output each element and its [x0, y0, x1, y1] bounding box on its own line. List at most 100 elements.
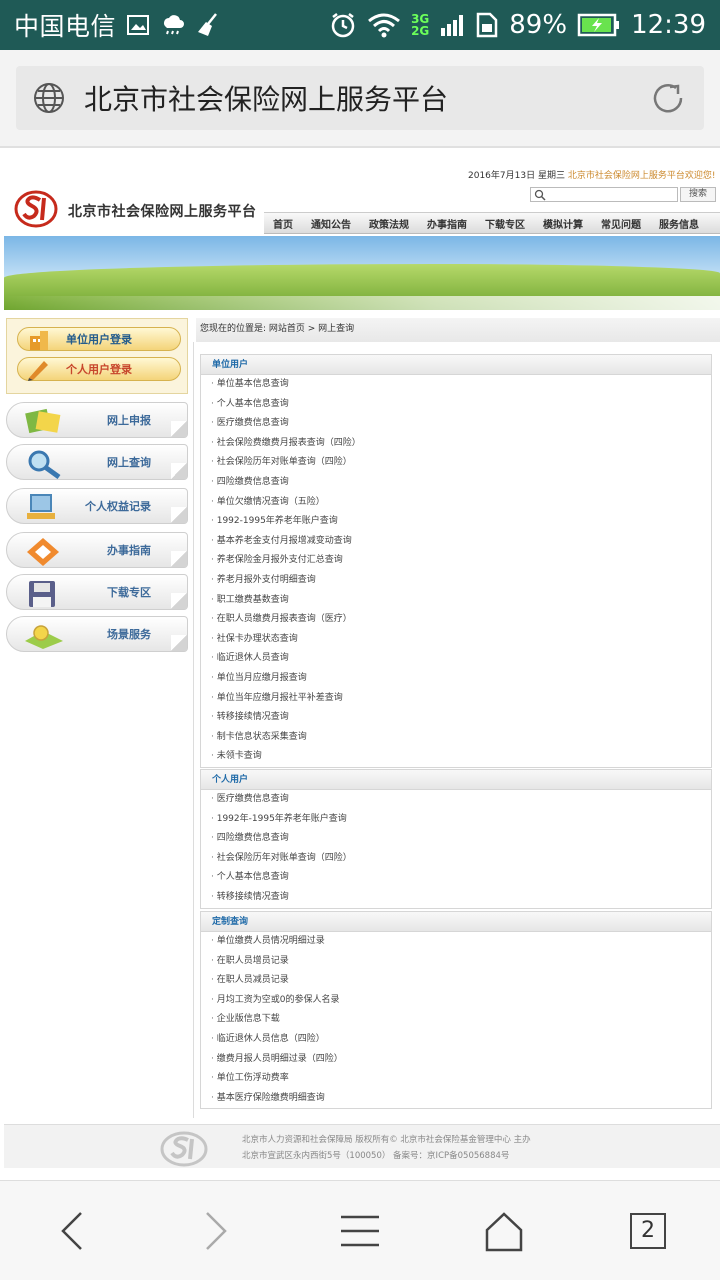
nav-service-info[interactable]: 服务信息 — [650, 216, 708, 231]
query-link[interactable]: 基本医疗保险缴费明细查询 — [201, 1089, 711, 1109]
query-link[interactable]: 单位工伤浮动费率 — [201, 1069, 711, 1089]
nav-guide[interactable]: 办事指南 — [418, 216, 476, 231]
query-link[interactable]: 企业版信息下载 — [201, 1010, 711, 1030]
breadcrumb: 您现在的位置是: 网站首页 > 网上查询 — [196, 318, 720, 342]
query-link-list: 单位缴费人员情况明细过录在职人员增员记录在职人员减员记录月均工资为空或0的参保人… — [201, 932, 711, 1108]
query-link[interactable]: 在职人员缴费月报表查询（医疗） — [201, 610, 711, 630]
back-button[interactable] — [32, 1191, 112, 1271]
floppy-disk-icon — [29, 581, 55, 607]
query-link[interactable]: 1992-1995年养老年账户查询 — [201, 512, 711, 532]
sidebar-item-personal-rights[interactable]: 个人权益记录 — [6, 488, 188, 524]
search-button[interactable]: 搜索 — [680, 187, 716, 202]
query-link[interactable]: 社会保险历年对账单查询（四险） — [201, 453, 711, 473]
browser-bottom-bar: 2 — [0, 1180, 720, 1280]
query-link[interactable]: 单位当年应缴月报社平补差查询 — [201, 689, 711, 709]
query-link[interactable]: 转移接续情况查询 — [201, 888, 711, 908]
query-link[interactable]: 转移接续情况查询 — [201, 708, 711, 728]
query-link[interactable]: 社会保险费缴费月报表查询（四险） — [201, 434, 711, 454]
query-link[interactable]: 养老保险金月报外支付汇总查询 — [201, 551, 711, 571]
section-title: 个人用户 — [201, 770, 711, 790]
query-link[interactable]: 养老月报外支付明细查询 — [201, 571, 711, 591]
home-button[interactable] — [464, 1191, 544, 1271]
corner-fold — [171, 463, 187, 479]
custom-query-section: 定制查询 单位缴费人员情况明细过录在职人员增员记录在职人员减员记录月均工资为空或… — [200, 911, 712, 1110]
sidebar-item-scene-service[interactable]: 场景服务 — [6, 616, 188, 652]
nav-calculator[interactable]: 模拟计算 — [534, 216, 592, 231]
documents-icon — [25, 408, 61, 434]
si-logo — [14, 190, 58, 228]
section-title: 单位用户 — [201, 355, 711, 375]
query-link[interactable]: 个人基本信息查询 — [201, 395, 711, 415]
tab-count: 2 — [630, 1212, 666, 1249]
query-link[interactable]: 社会保险历年对账单查询（四险） — [201, 849, 711, 869]
query-link[interactable]: 基本养老金支付月报增减变动查询 — [201, 532, 711, 552]
query-link[interactable]: 单位基本信息查询 — [201, 375, 711, 395]
reload-icon[interactable] — [648, 78, 688, 118]
query-link[interactable]: 个人基本信息查询 — [201, 868, 711, 888]
banner-fade — [4, 296, 720, 310]
diamond-guide-icon — [27, 538, 59, 566]
corner-fold — [171, 593, 187, 609]
tabs-button[interactable]: 2 — [608, 1191, 688, 1271]
header-date-line: 2016年7月13日 星期三 北京市社会保险网上服务平台欢迎您! — [468, 168, 715, 181]
query-link[interactable]: 临近退休人员信息（四险） — [201, 1030, 711, 1050]
query-link[interactable]: 临近退休人员查询 — [201, 649, 711, 669]
si-logo — [160, 1131, 208, 1167]
query-link[interactable]: 月均工资为空或0的参保人名录 — [201, 991, 711, 1011]
query-link[interactable]: 单位当月应缴月报查询 — [201, 669, 711, 689]
query-link[interactable]: 在职人员增员记录 — [201, 952, 711, 972]
wifi-icon — [368, 13, 400, 38]
nav-notices[interactable]: 通知公告 — [302, 216, 360, 231]
nav-faq[interactable]: 常见问题 — [592, 216, 650, 231]
query-link[interactable]: 1992年-1995年养老年账户查询 — [201, 810, 711, 830]
sidebar-item-guide[interactable]: 办事指南 — [6, 532, 188, 568]
search-icon — [534, 189, 546, 201]
query-link[interactable]: 医疗缴费信息查询 — [201, 790, 711, 810]
personal-login-label: 个人用户登录 — [66, 363, 132, 376]
main-nav: 首页 通知公告 政策法规 办事指南 下载专区 模拟计算 常见问题 服务信息 — [264, 212, 720, 234]
menu-button[interactable] — [320, 1191, 400, 1271]
nav-home[interactable]: 首页 — [264, 216, 302, 231]
nav-downloads[interactable]: 下载专区 — [476, 216, 534, 231]
unit-login-button[interactable]: 单位用户登录 — [17, 327, 181, 351]
query-link[interactable]: 职工缴费基数查询 — [201, 591, 711, 611]
query-link[interactable]: 制卡信息状态采集查询 — [201, 728, 711, 748]
query-link[interactable]: 四险缴费信息查询 — [201, 473, 711, 493]
section-title: 定制查询 — [201, 912, 711, 932]
battery-percent: 89% — [509, 10, 568, 40]
sidebar-item-label: 办事指南 — [107, 544, 151, 557]
sidebar-item-online-query[interactable]: 网上查询 — [6, 444, 188, 480]
query-link[interactable]: 在职人员减员记录 — [201, 971, 711, 991]
nav-policies[interactable]: 政策法规 — [360, 216, 418, 231]
login-panel: 单位用户登录 个人用户登录 — [6, 318, 188, 394]
status-bar: 中国电信 3G 2G 89% 12:39 — [0, 0, 720, 50]
page-footer: 北京市人力资源和社会保障局 版权所有© 北京市社会保险基金管理中心 主办 北京市… — [4, 1124, 720, 1168]
query-link[interactable]: 四险缴费信息查询 — [201, 829, 711, 849]
unit-login-label: 单位用户登录 — [66, 333, 132, 346]
site-title: 北京市社会保险网上服务平台 — [68, 204, 257, 220]
sidebar-item-label: 下载专区 — [107, 586, 151, 599]
query-link[interactable]: 未领卡查询 — [201, 747, 711, 767]
unit-user-section: 单位用户 单位基本信息查询个人基本信息查询医疗缴费信息查询社会保险费缴费月报表查… — [200, 354, 712, 768]
image-icon — [127, 15, 150, 35]
corner-fold — [171, 635, 187, 651]
query-link[interactable]: 医疗缴费信息查询 — [201, 414, 711, 434]
url-box[interactable]: 北京市社会保险网上服务平台 — [16, 66, 704, 130]
query-link[interactable]: 单位欠缴情况查询（五险） — [201, 493, 711, 513]
sidebar-item-online-declaration[interactable]: 网上申报 — [6, 402, 188, 438]
sim-card-icon — [477, 12, 498, 38]
computer-icon — [27, 494, 55, 519]
date-text: 2016年7月13日 星期三 — [468, 171, 565, 181]
personal-login-button[interactable]: 个人用户登录 — [17, 357, 181, 381]
query-link[interactable]: 社保卡办理状态查询 — [201, 630, 711, 650]
network-type-icon: 3G 2G — [411, 13, 429, 37]
query-link[interactable]: 单位缴费人员情况明细过录 — [201, 932, 711, 952]
corner-fold — [171, 507, 187, 523]
sidebar-item-label: 个人权益记录 — [85, 500, 151, 513]
forward-button[interactable] — [176, 1191, 256, 1271]
battery-charging-icon — [577, 13, 620, 37]
query-link[interactable]: 缴费月报人员明细过录（四险） — [201, 1050, 711, 1070]
search-input[interactable] — [530, 187, 678, 202]
sidebar-item-downloads[interactable]: 下载专区 — [6, 574, 188, 610]
alarm-icon — [331, 13, 355, 38]
